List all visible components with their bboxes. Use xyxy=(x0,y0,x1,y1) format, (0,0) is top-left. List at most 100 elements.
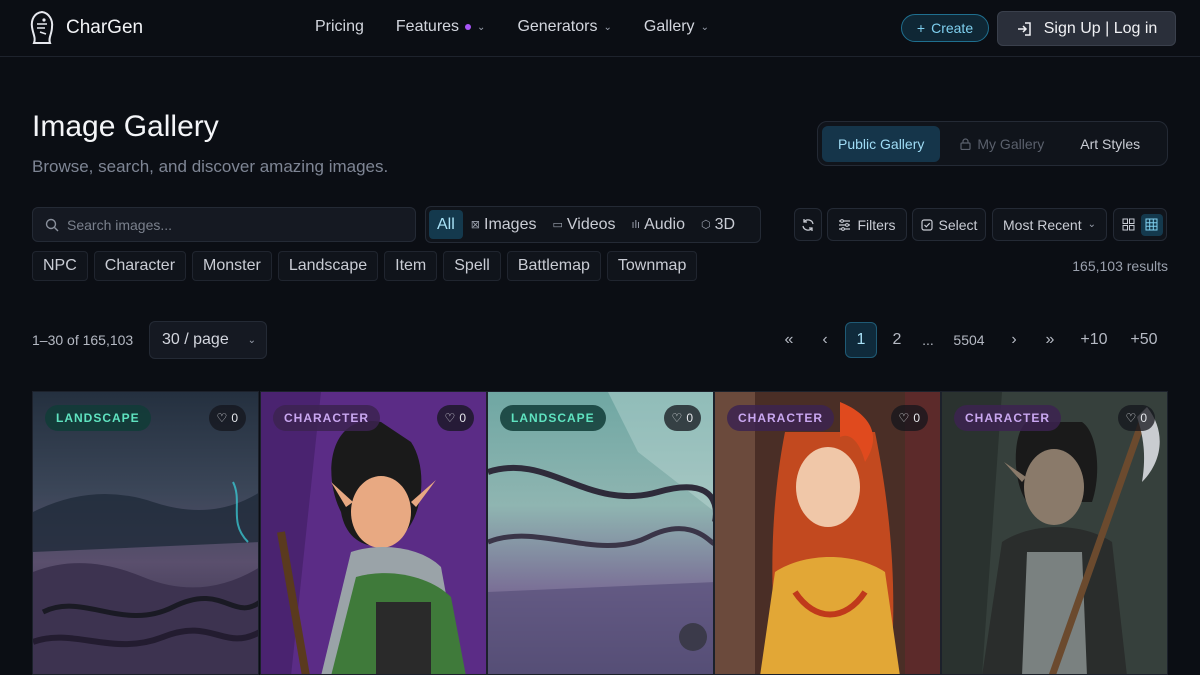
page-subtitle: Browse, search, and discover amazing ima… xyxy=(32,157,389,176)
page-title: Image Gallery xyxy=(32,110,219,143)
character-thumbnail xyxy=(715,392,940,674)
category-landscape[interactable]: Landscape xyxy=(277,251,379,281)
brand-logo[interactable]: CharGen xyxy=(28,10,143,46)
like-button[interactable]: ♡ 0 xyxy=(208,405,246,431)
tab-art-styles-label: Art Styles xyxy=(1080,135,1141,152)
jump-10-button[interactable]: +10 xyxy=(1074,322,1114,358)
nav-gallery[interactable]: Gallery ⌄ xyxy=(644,18,709,36)
type-tab-all-label: All xyxy=(437,215,455,233)
gallery-tabs: Public Gallery My Gallery Art Styles xyxy=(817,121,1168,166)
chevron-down-icon: ⌄ xyxy=(1087,219,1096,230)
type-tab-audio[interactable]: ılı Audio xyxy=(624,210,693,239)
range-text: 1–30 of 165,103 xyxy=(32,332,134,348)
gallery-card[interactable]: CHARACTER ♡ 0 xyxy=(260,391,487,675)
search-input[interactable] xyxy=(67,216,387,233)
tag-badge: LANDSCAPE xyxy=(500,405,606,431)
like-button[interactable]: ♡ 0 xyxy=(890,405,928,431)
login-icon xyxy=(1017,21,1031,36)
chevron-down-icon: ⌄ xyxy=(477,21,486,33)
like-count: 0 xyxy=(1140,411,1147,425)
last-page-number-button[interactable]: 5504 xyxy=(947,322,991,358)
tab-my-gallery-label: My Gallery xyxy=(977,135,1045,152)
tab-my-gallery[interactable]: My Gallery xyxy=(944,126,1060,162)
chevron-down-icon: ⌄ xyxy=(700,21,709,33)
sort-dropdown[interactable]: Most Recent ⌄ xyxy=(992,208,1107,241)
gallery-card[interactable]: CHARACTER ♡ 0 xyxy=(941,391,1168,675)
character-thumbnail xyxy=(942,392,1167,674)
like-count: 0 xyxy=(459,411,466,425)
category-battlemap[interactable]: Battlemap xyxy=(506,251,601,281)
sliders-icon xyxy=(839,218,851,231)
like-button[interactable]: ♡ 0 xyxy=(1117,405,1155,431)
per-page-value: 30 / page xyxy=(162,331,229,348)
tag-badge: CHARACTER xyxy=(273,405,380,431)
filters-label: Filters xyxy=(857,216,896,233)
filters-button[interactable]: Filters xyxy=(827,208,907,241)
prev-page-button[interactable]: ‹ xyxy=(813,322,837,358)
type-tab-images-label: Images xyxy=(484,215,537,233)
category-character[interactable]: Character xyxy=(93,251,187,281)
heart-icon: ♡ xyxy=(1125,411,1137,425)
tag-badge: CHARACTER xyxy=(954,405,1061,431)
jump-50-button[interactable]: +50 xyxy=(1122,322,1166,358)
new-indicator-dot xyxy=(465,24,472,30)
category-spell[interactable]: Spell xyxy=(443,251,501,281)
category-monster[interactable]: Monster xyxy=(192,251,272,281)
like-button[interactable]: ♡ 0 xyxy=(436,405,474,431)
audio-icon: ılı xyxy=(631,218,641,231)
tab-public-gallery-label: Public Gallery xyxy=(838,135,925,152)
gallery-card[interactable]: LANDSCAPE ♡ 0 xyxy=(487,391,714,675)
page-2-button[interactable]: 2 xyxy=(885,322,909,358)
heart-icon: ♡ xyxy=(216,411,228,425)
heart-icon: ♡ xyxy=(671,411,683,425)
create-button[interactable]: + Create xyxy=(901,14,989,42)
nav-features[interactable]: Features ⌄ xyxy=(396,18,486,36)
category-item[interactable]: Item xyxy=(384,251,438,281)
cube-icon: ⬡ xyxy=(701,219,711,231)
type-tab-3d[interactable]: ⬡ 3D xyxy=(693,210,743,239)
signup-login-button[interactable]: Sign Up | Log in xyxy=(997,11,1176,46)
nav-pricing[interactable]: Pricing xyxy=(315,18,364,36)
nav-gallery-label: Gallery xyxy=(643,18,695,35)
like-count: 0 xyxy=(686,411,693,425)
like-button[interactable]: ♡ 0 xyxy=(663,405,701,431)
nav-pricing-label: Pricing xyxy=(315,18,364,35)
gallery-card[interactable]: CHARACTER ♡ 0 xyxy=(714,391,941,675)
refresh-icon xyxy=(802,218,814,231)
tag-badge: CHARACTER xyxy=(727,405,834,431)
large-grid-view-button[interactable] xyxy=(1118,214,1140,236)
nav-generators[interactable]: Generators ⌄ xyxy=(517,18,611,36)
category-npc[interactable]: NPC xyxy=(32,251,88,281)
type-tab-images[interactable]: ⊠ Images xyxy=(463,210,545,239)
page-1-button[interactable]: 1 xyxy=(845,322,877,358)
signup-label: Sign Up | Log in xyxy=(1043,19,1158,37)
image-icon: ⊠ xyxy=(470,219,480,231)
tab-public-gallery[interactable]: Public Gallery xyxy=(822,125,941,162)
landscape-thumbnail xyxy=(488,392,713,674)
lock-icon xyxy=(960,137,971,150)
tab-art-styles[interactable]: Art Styles xyxy=(1064,126,1156,162)
character-thumbnail xyxy=(261,392,486,674)
next-page-button[interactable]: › xyxy=(1002,322,1026,358)
nav-generators-label: Generators xyxy=(517,18,598,35)
media-type-tabs: All ⊠ Images ▭ Videos ılı Audio ⬡ 3D xyxy=(425,206,761,243)
select-button[interactable]: Select xyxy=(912,208,986,241)
refresh-button[interactable] xyxy=(794,208,822,241)
nav-links: Pricing Features ⌄ Generators ⌄ Gallery … xyxy=(315,18,741,36)
view-toggle xyxy=(1113,208,1167,241)
per-page-select[interactable]: 30 / page ⌄ xyxy=(149,321,267,359)
page-ellipsis: ... xyxy=(922,332,934,348)
nav-features-label: Features xyxy=(395,18,460,35)
knight-logo-icon xyxy=(30,10,54,44)
type-tab-all[interactable]: All xyxy=(429,210,463,239)
like-count: 0 xyxy=(913,411,920,425)
type-tab-videos[interactable]: ▭ Videos xyxy=(544,210,623,239)
last-page-button[interactable]: » xyxy=(1038,322,1062,358)
grid-2x2-icon xyxy=(1122,218,1135,231)
gallery-card[interactable]: LANDSCAPE ♡ 0 xyxy=(32,391,259,675)
category-townmap[interactable]: Townmap xyxy=(606,251,698,281)
first-page-button[interactable]: « xyxy=(777,322,801,358)
compact-grid-view-button[interactable] xyxy=(1140,213,1163,236)
checkbox-icon xyxy=(920,218,933,231)
video-icon: ▭ xyxy=(552,219,563,231)
